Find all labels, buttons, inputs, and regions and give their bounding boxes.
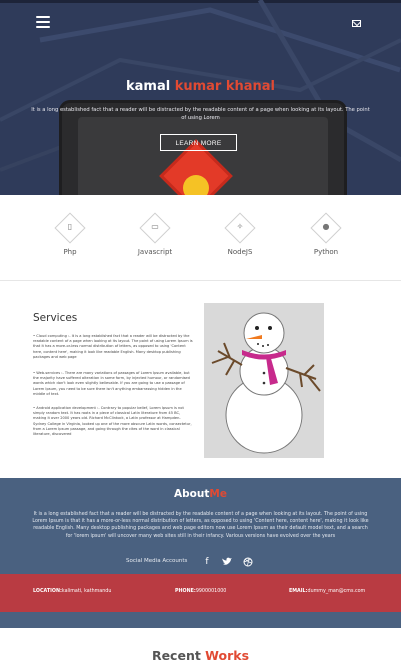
phone-value: 9900001000 [195,589,227,594]
contact-email: EMAIL:dummy_man@cms.com [289,589,365,594]
skill-label: Python [313,248,339,256]
about-title-main: About [174,488,210,500]
skills-section: ▯ Php ▭ Javascript ✧ NodeJS ● Python [0,195,401,281]
facebook-icon[interactable]: f [201,556,213,568]
apple-icon: ● [322,222,330,231]
recent-title-highlight: Works [205,648,250,663]
service-item-web: • Web-services :- There are many variati… [33,371,190,396]
social-media-label: Social Media Accounts [126,558,188,564]
about-section: AboutMe It is a long established fact th… [0,478,401,574]
services-title: Services [33,312,78,324]
about-title: AboutMe [0,488,401,500]
email-value[interactable]: dummy_man@cms.com [308,589,366,594]
skill-label: NodeJS [227,248,253,256]
service-item-cloud: • Cloud computing :- It is a long establ… [33,334,193,359]
learn-more-button[interactable]: LEARN MORE [160,134,237,151]
phone-label: PHONE: [175,589,196,594]
recent-works-title: Recent Works [0,648,401,663]
phone-icon: ▯ [67,222,73,231]
skill-php[interactable]: ▯ Php [41,212,101,267]
magic-wand-icon: ✧ [236,222,244,231]
email-label: EMAIL: [289,589,308,594]
contact-bar: LOCATION:kalimati, kathmandu PHONE:99000… [0,574,401,612]
mail-icon[interactable] [352,20,361,27]
recent-title-main: Recent [151,648,206,663]
skill-label: Php [63,248,77,256]
skill-label: Javascript [137,248,173,256]
about-text: It is a long established fact that a rea… [32,512,369,539]
about-title-highlight: Me [209,488,227,500]
twitter-icon[interactable] [221,556,233,568]
hamburger-menu-icon[interactable] [36,16,50,28]
hero-title: kamal kumar khanal [0,79,401,94]
hero-title-name: kamal [125,79,175,94]
logo-circle [183,175,209,195]
skill-nodejs[interactable]: ✧ NodeJS [211,212,271,267]
monitor-icon: ▭ [151,222,159,231]
hero-title-highlight: kumar khanal [174,79,276,94]
services-section: Services • Cloud computing :- It is a lo… [0,282,401,478]
snowman-image [204,303,324,458]
location-value: kalimati, kathmandu [61,589,112,594]
recent-works-section: Recent Works [0,628,401,663]
contact-phone: PHONE:9900001000 [175,589,226,594]
location-label: LOCATION: [33,589,62,594]
hero-subtitle: It is a long established fact that a rea… [31,107,370,121]
skill-python[interactable]: ● Python [297,212,357,267]
footer-strip [0,612,401,628]
skill-javascript[interactable]: ▭ Javascript [126,212,186,267]
dribbble-icon[interactable] [242,556,254,568]
contact-location: LOCATION:kalimati, kathmandu [33,589,111,594]
service-item-android: • Android application development :- Con… [33,406,192,437]
hero-section: kamal kumar khanal It is a long establis… [0,0,401,195]
